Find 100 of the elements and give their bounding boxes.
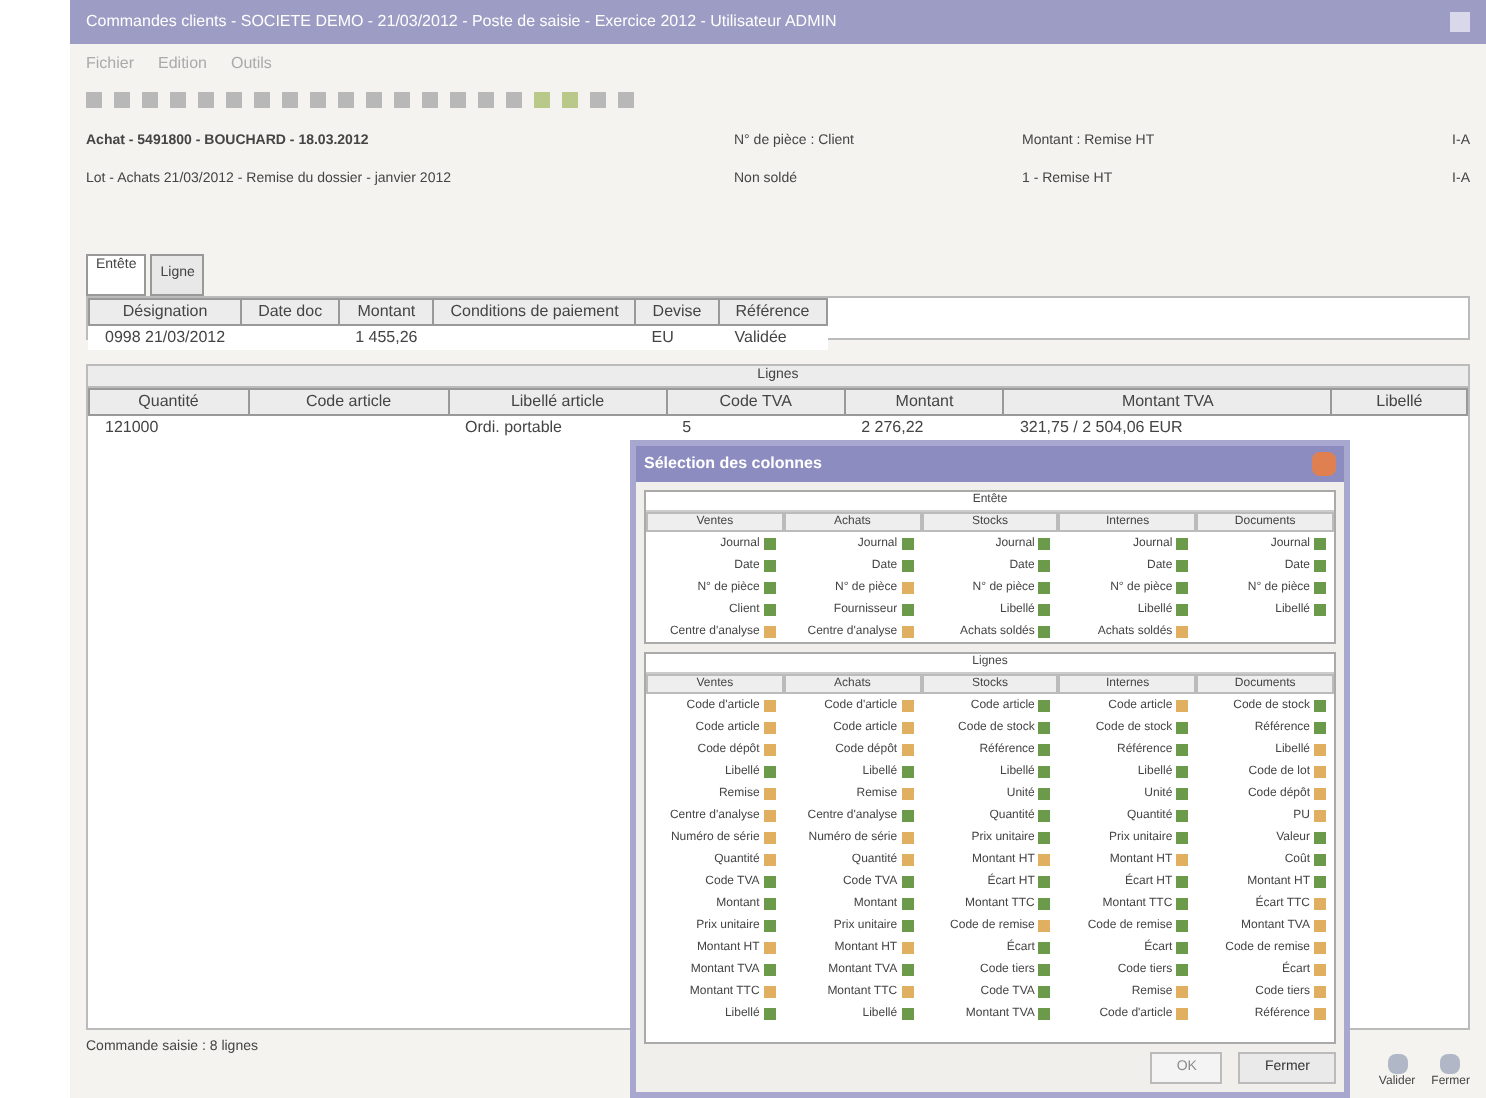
check-icon[interactable] <box>763 875 776 887</box>
unchecked-icon[interactable] <box>1314 985 1326 997</box>
unchecked-icon[interactable] <box>901 853 914 865</box>
check-icon[interactable] <box>1176 875 1189 887</box>
check-icon[interactable] <box>901 1007 914 1019</box>
unchecked-icon[interactable] <box>763 941 776 953</box>
unchecked-icon[interactable] <box>1038 919 1051 931</box>
unchecked-icon[interactable] <box>763 787 776 799</box>
check-icon[interactable] <box>1314 581 1326 593</box>
unchecked-icon[interactable] <box>901 625 914 637</box>
check-icon[interactable] <box>1038 941 1051 953</box>
unchecked-icon[interactable] <box>763 625 776 637</box>
check-icon[interactable] <box>1038 765 1051 777</box>
check-icon[interactable] <box>1314 721 1326 733</box>
unchecked-icon[interactable] <box>1176 625 1189 637</box>
check-icon[interactable] <box>1038 625 1051 637</box>
check-icon[interactable] <box>1176 831 1189 843</box>
check-icon[interactable] <box>1314 603 1326 615</box>
unchecked-icon[interactable] <box>1314 919 1326 931</box>
check-icon[interactable] <box>901 537 914 549</box>
column-header[interactable]: Libellé article <box>449 389 667 415</box>
check-icon[interactable] <box>1038 559 1051 571</box>
unchecked-icon[interactable] <box>1314 787 1326 799</box>
check-icon[interactable] <box>1038 537 1051 549</box>
column-header[interactable]: Montant TVA <box>1003 389 1332 415</box>
check-icon[interactable] <box>901 897 914 909</box>
unchecked-icon[interactable] <box>901 721 914 733</box>
unchecked-icon[interactable] <box>763 743 776 755</box>
check-icon[interactable] <box>763 963 776 975</box>
check-icon[interactable] <box>901 603 914 615</box>
check-icon[interactable] <box>1038 699 1051 711</box>
check-icon[interactable] <box>1176 537 1189 549</box>
check-icon[interactable] <box>763 603 776 615</box>
check-icon[interactable] <box>1038 581 1051 593</box>
check-icon[interactable] <box>1314 559 1326 571</box>
check-icon[interactable] <box>1176 919 1189 931</box>
check-icon[interactable] <box>763 537 776 549</box>
check-icon[interactable] <box>1038 831 1051 843</box>
unchecked-icon[interactable] <box>1314 1007 1326 1019</box>
check-icon[interactable] <box>1176 809 1189 821</box>
check-icon[interactable] <box>1038 963 1051 975</box>
unchecked-icon[interactable] <box>763 809 776 821</box>
check-icon[interactable] <box>901 809 914 821</box>
check-icon[interactable] <box>1038 985 1051 997</box>
check-icon[interactable] <box>1176 743 1189 755</box>
unchecked-icon[interactable] <box>763 699 776 711</box>
check-icon[interactable] <box>1038 787 1051 799</box>
check-icon[interactable] <box>1038 897 1051 909</box>
unchecked-icon[interactable] <box>901 831 914 843</box>
check-icon[interactable] <box>1176 765 1189 777</box>
column-header[interactable]: Conditions de paiement <box>433 298 636 324</box>
unchecked-icon[interactable] <box>901 581 914 593</box>
unchecked-icon[interactable] <box>1176 1007 1189 1019</box>
check-icon[interactable] <box>901 963 914 975</box>
unchecked-icon[interactable] <box>763 831 776 843</box>
check-icon[interactable] <box>1176 963 1189 975</box>
unchecked-icon[interactable] <box>1176 985 1189 997</box>
check-icon[interactable] <box>763 765 776 777</box>
check-icon[interactable] <box>1314 853 1326 865</box>
column-header[interactable]: Quantité <box>89 389 249 415</box>
unchecked-icon[interactable] <box>1314 963 1326 975</box>
unchecked-icon[interactable] <box>901 985 914 997</box>
unchecked-icon[interactable] <box>763 853 776 865</box>
column-header[interactable]: Code article <box>248 389 450 415</box>
check-icon[interactable] <box>763 1007 776 1019</box>
check-icon[interactable] <box>1038 1007 1051 1019</box>
check-icon[interactable] <box>1176 897 1189 909</box>
check-icon[interactable] <box>1038 743 1051 755</box>
check-icon[interactable] <box>901 875 914 887</box>
column-header[interactable]: Montant <box>339 298 434 324</box>
check-icon[interactable] <box>1176 559 1189 571</box>
column-header[interactable]: Code TVA <box>666 389 846 415</box>
check-icon[interactable] <box>1176 603 1189 615</box>
check-icon[interactable] <box>1314 875 1326 887</box>
check-icon[interactable] <box>1038 603 1051 615</box>
check-icon[interactable] <box>1176 941 1189 953</box>
check-icon[interactable] <box>763 559 776 571</box>
check-icon[interactable] <box>763 897 776 909</box>
unchecked-icon[interactable] <box>1314 897 1326 909</box>
column-header[interactable]: Date doc <box>241 298 340 324</box>
check-icon[interactable] <box>1038 875 1051 887</box>
column-header[interactable]: Désignation <box>89 298 242 324</box>
unchecked-icon[interactable] <box>1176 699 1189 711</box>
unchecked-icon[interactable] <box>901 743 914 755</box>
check-icon[interactable] <box>1176 787 1189 799</box>
unchecked-icon[interactable] <box>763 721 776 733</box>
check-icon[interactable] <box>901 559 914 571</box>
column-header[interactable]: Montant <box>845 389 1004 415</box>
unchecked-icon[interactable] <box>763 985 776 997</box>
unchecked-icon[interactable] <box>1314 809 1326 821</box>
check-icon[interactable] <box>1176 721 1189 733</box>
unchecked-icon[interactable] <box>1314 765 1326 777</box>
unchecked-icon[interactable] <box>1176 853 1189 865</box>
check-icon[interactable] <box>763 919 776 931</box>
unchecked-icon[interactable] <box>1314 743 1326 755</box>
column-header[interactable]: Référence <box>718 298 827 324</box>
check-icon[interactable] <box>1038 809 1051 821</box>
check-icon[interactable] <box>1314 537 1326 549</box>
check-icon[interactable] <box>1314 699 1326 711</box>
check-icon[interactable] <box>1314 831 1326 843</box>
